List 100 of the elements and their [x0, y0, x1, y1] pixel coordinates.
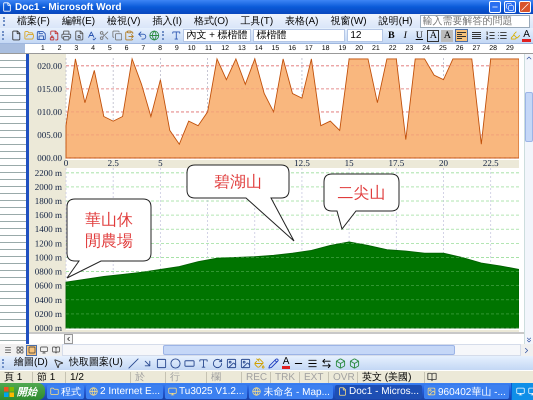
font-field[interactable]: 標楷體	[253, 29, 346, 42]
axis-tick-label: 000.00	[37, 153, 62, 163]
taskbar-button[interactable]: 未命名 - Map...	[249, 384, 333, 398]
permission-icon[interactable]	[48, 30, 60, 41]
axis-tick-label: 17.5	[388, 158, 404, 168]
three-d-icon[interactable]	[349, 358, 360, 368]
axis-tick-label: 0000 m	[34, 323, 62, 332]
scroll-thumb[interactable]	[525, 92, 533, 142]
axis-tick-label: 005.00	[37, 130, 62, 140]
menu-item[interactable]: 工具(T)	[235, 14, 278, 28]
start-button[interactable]: 開始	[0, 383, 45, 400]
callout-text: 二尖山	[336, 182, 386, 203]
cut-icon[interactable]	[98, 30, 110, 41]
globe-icon	[252, 387, 262, 396]
folder-icon	[50, 387, 59, 396]
menu-item[interactable]: 檔案(F)	[12, 14, 55, 28]
line-icon[interactable]	[128, 358, 139, 368]
menu-item[interactable]: 格式(O)	[188, 14, 234, 28]
autoshapes-menu[interactable]: 快取圖案(U)	[66, 357, 125, 369]
arrow-icon[interactable]	[142, 358, 153, 368]
save-icon[interactable]	[36, 30, 47, 41]
axis-tick-label: 12.5	[294, 158, 310, 168]
taskbar-button[interactable]: Doc1 - Micros...	[334, 384, 422, 398]
view-button[interactable]	[26, 344, 37, 356]
image-icon	[426, 387, 436, 396]
format-button[interactable]: I	[399, 30, 412, 42]
axis-tick-label: 0400 m	[34, 294, 62, 305]
scroll-thumb[interactable]	[163, 345, 455, 355]
web-icon[interactable]	[149, 30, 160, 41]
menu-item[interactable]: 檢視(V)	[102, 14, 146, 28]
taskbar-button[interactable]: Tu3025 V1.2...	[165, 384, 248, 398]
font-size-field[interactable]: 12	[347, 29, 384, 42]
text-box-icon[interactable]	[184, 358, 195, 368]
callout-text: 碧湖山	[213, 171, 263, 192]
menu-item[interactable]: 說明(H)	[374, 14, 418, 28]
scroll-right-icon[interactable]	[522, 346, 531, 354]
view-button[interactable]	[38, 344, 49, 356]
picture-icon[interactable]	[240, 358, 251, 368]
axis-tick-label: 0600 m	[34, 280, 62, 291]
spelling-icon[interactable]	[86, 30, 97, 41]
undo-icon[interactable]	[136, 30, 148, 41]
align-button[interactable]	[470, 29, 483, 42]
help-search-field[interactable]: 輸入需要解答的問題	[420, 14, 530, 28]
axis-tick-label: 1000 m	[34, 252, 62, 262]
menu-item[interactable]: 視窗(W)	[326, 14, 372, 28]
format-button[interactable]: A	[427, 30, 440, 42]
axis-tick-label: 0	[64, 158, 68, 168]
word-document-icon	[2, 2, 12, 12]
axis-tick-label: 010.00	[37, 106, 62, 117]
draw-menu[interactable]: 繪圖(D)	[12, 357, 50, 369]
axis-tick-label: 1400 m	[34, 224, 62, 234]
rectangle-icon[interactable]	[156, 358, 167, 368]
axis-tick-label: 15	[344, 158, 354, 168]
numbered-list-icon[interactable]	[484, 30, 496, 41]
view-button[interactable]	[2, 344, 13, 356]
bullet-list-icon[interactable]	[497, 30, 508, 41]
taskbar-button[interactable]: 程式	[47, 384, 84, 398]
menu-item[interactable]: 編輯(E)	[56, 14, 100, 28]
scroll-up-icon[interactable]	[525, 54, 533, 62]
view-button[interactable]	[14, 344, 25, 356]
globe-icon	[89, 387, 98, 396]
dash-style-icon[interactable]	[307, 358, 318, 368]
pointer-icon[interactable]	[52, 358, 64, 368]
line-color-icon[interactable]	[268, 358, 279, 368]
align-button[interactable]	[455, 29, 468, 42]
document-icon	[338, 387, 347, 396]
format-button[interactable]: B	[385, 30, 398, 42]
axis-tick-label: 2.5	[108, 158, 119, 168]
print-preview-icon[interactable]	[74, 30, 84, 41]
callout-text: 華山休閒農場	[84, 209, 134, 251]
paste-icon[interactable]	[124, 30, 135, 41]
menu-item[interactable]: 表格(A)	[280, 14, 324, 28]
oval-icon[interactable]	[170, 358, 181, 368]
copy-icon[interactable]	[112, 30, 122, 41]
scroll-down-icon[interactable]	[525, 336, 533, 344]
menu-item[interactable]: 插入(I)	[147, 14, 187, 28]
axis-tick-label: 22.5	[482, 158, 499, 168]
view-button[interactable]	[50, 344, 61, 356]
format-button[interactable]: U	[413, 30, 426, 42]
windows-logo-icon	[4, 386, 14, 396]
axis-tick-label: 1600 m	[34, 210, 62, 220]
clip-art-icon[interactable]	[226, 358, 237, 368]
monitor-icon	[168, 387, 178, 396]
fill-color-icon[interactable]	[254, 358, 265, 368]
axis-tick-label: 2000 m	[34, 182, 62, 192]
axis-tick-label: 0200 m	[34, 308, 62, 319]
axis-tick-label: 015.00	[37, 84, 62, 94]
axis-tick-label: 1200 m	[34, 238, 62, 248]
window-title: Doc1 - Microsoft Word	[15, 2, 122, 12]
axis-tick-label: 5	[158, 158, 163, 168]
new-document-icon[interactable]	[11, 30, 22, 41]
spelling-status-icon	[427, 372, 437, 382]
taskbar-button[interactable]: 960402華山 -...	[424, 384, 509, 398]
axis-tick-label: 1800 m	[34, 196, 62, 206]
format-button[interactable]: A	[441, 30, 454, 42]
axis-tick-label: 020.00	[37, 60, 62, 71]
taskbar-button[interactable]: 2 Internet E...	[86, 384, 164, 398]
arrow-style-icon[interactable]	[321, 358, 332, 368]
print-icon[interactable]	[61, 30, 72, 41]
axis-tick-label: 2200 m	[34, 168, 62, 178]
